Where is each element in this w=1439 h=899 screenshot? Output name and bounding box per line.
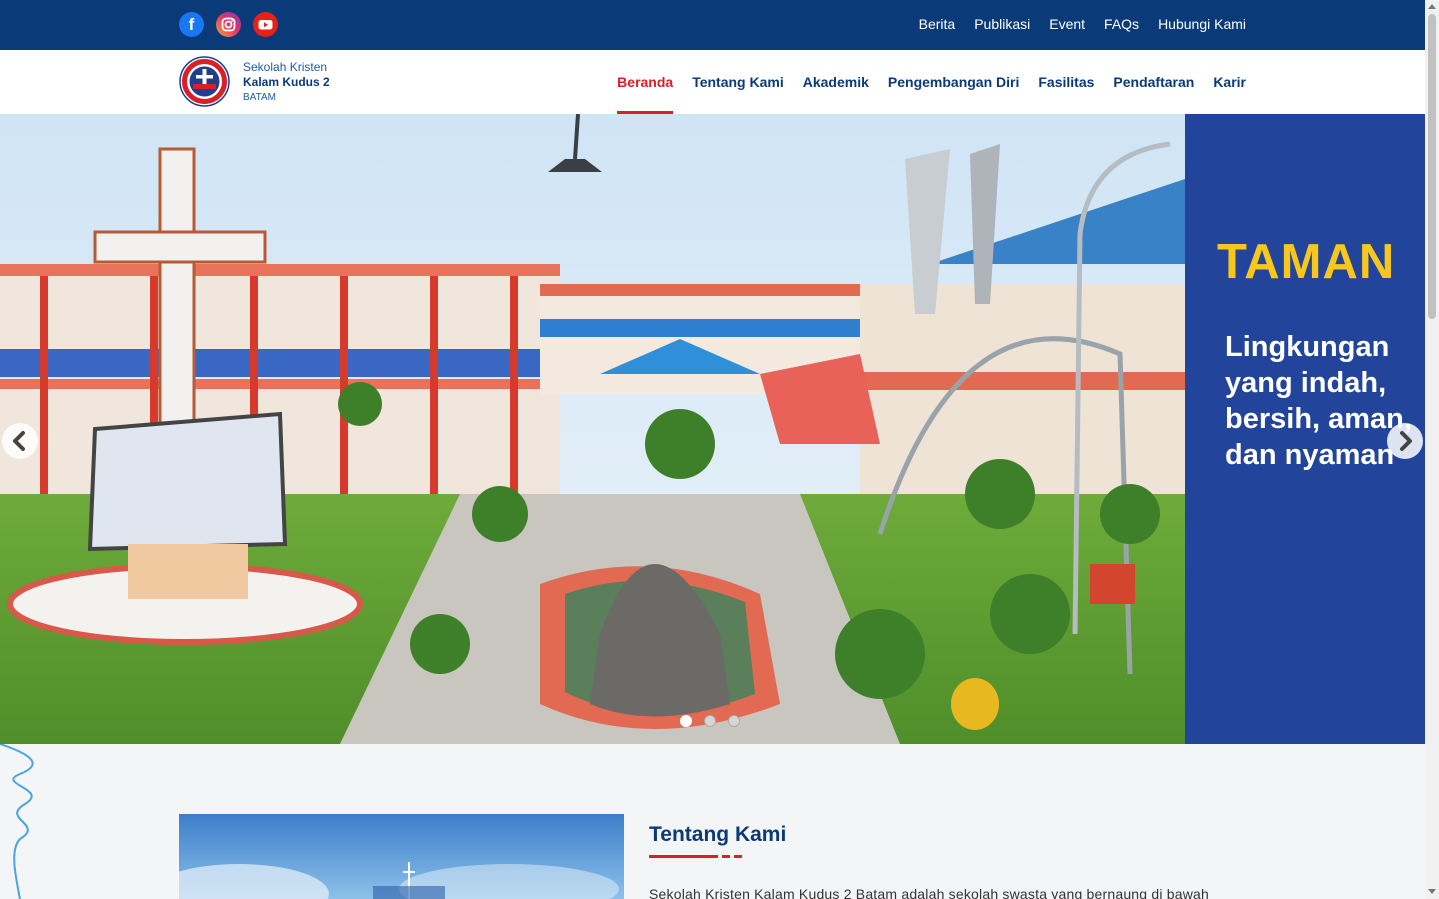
about-image	[179, 814, 624, 899]
top-nav-link[interactable]: Hubungi Kami	[1158, 16, 1246, 32]
nav-item-akademik[interactable]: Akademik	[803, 50, 869, 114]
youtube-glyph	[258, 20, 273, 30]
nav-item-beranda[interactable]: Beranda	[617, 50, 674, 114]
facebook-letter: f	[188, 14, 195, 34]
nav-item-tentang-kami[interactable]: Tentang Kami	[692, 50, 784, 114]
top-bar: f Berita Publikasi Event FAQs Hubungi Kami	[0, 0, 1425, 50]
chevron-left-icon	[13, 431, 25, 451]
school-logo[interactable]	[179, 56, 230, 107]
scroll-down-icon[interactable]	[1428, 889, 1436, 894]
youtube-icon[interactable]	[253, 12, 278, 37]
nav-item-pengembangan-diri[interactable]: Pengembangan Diri	[888, 50, 1019, 114]
top-nav-link[interactable]: Publikasi	[974, 16, 1030, 32]
hero-title: TAMAN	[1217, 235, 1396, 289]
slider-dot[interactable]	[728, 715, 740, 727]
nav-item-pendaftaran[interactable]: Pendaftaran	[1113, 50, 1194, 114]
about-photo	[179, 862, 619, 899]
social-links: f	[179, 12, 278, 37]
slider-next-button[interactable]	[1387, 423, 1423, 459]
main-header: Sekolah Kristen Kalam Kudus 2 BATAM Bera…	[0, 50, 1425, 114]
underline-dash	[722, 855, 730, 858]
main-nav: Beranda Tentang Kami Akademik Pengembangan …	[617, 50, 1246, 114]
scroll-up-icon[interactable]	[1428, 4, 1436, 9]
instagram-icon[interactable]	[216, 12, 241, 37]
top-nav: Berita Publikasi Event FAQs Hubungi Kami	[919, 16, 1246, 32]
brand-line1: Sekolah Kristen	[243, 60, 328, 74]
nav-item-fasilitas[interactable]: Fasilitas	[1038, 50, 1094, 114]
brand-text[interactable]: Sekolah Kristen Kalam Kudus 2 BATAM	[243, 60, 330, 105]
underline-long	[649, 855, 718, 858]
scrollbar-thumb[interactable]	[1428, 14, 1436, 319]
slider-prev-button[interactable]	[2, 423, 38, 459]
about-title: Tentang Kami	[649, 823, 787, 846]
slider-dot[interactable]	[680, 715, 692, 727]
about-text: Sekolah Kristen Kalam Kudus 2 Batam adal…	[649, 886, 1210, 899]
title-underline	[649, 855, 742, 858]
slider-dot[interactable]	[704, 715, 716, 727]
page-scrollbar[interactable]	[1425, 0, 1439, 899]
brand-line3: BATAM	[243, 92, 276, 103]
top-nav-link[interactable]: Event	[1049, 16, 1085, 32]
slider-dots	[680, 715, 740, 727]
decorative-squiggle	[0, 744, 34, 899]
instagram-glyph	[221, 17, 236, 32]
top-nav-link[interactable]: FAQs	[1104, 16, 1139, 32]
nav-item-karir[interactable]: Karir	[1213, 50, 1246, 114]
facebook-icon[interactable]: f	[179, 12, 204, 37]
chevron-right-icon	[1400, 431, 1412, 451]
underline-dash	[734, 855, 742, 858]
top-nav-link[interactable]: Berita	[919, 16, 956, 32]
brand-line2: Kalam Kudus 2	[243, 75, 330, 89]
hero-slider: TAMAN Lingkungan yang indah, bersih, ama…	[0, 114, 1425, 744]
